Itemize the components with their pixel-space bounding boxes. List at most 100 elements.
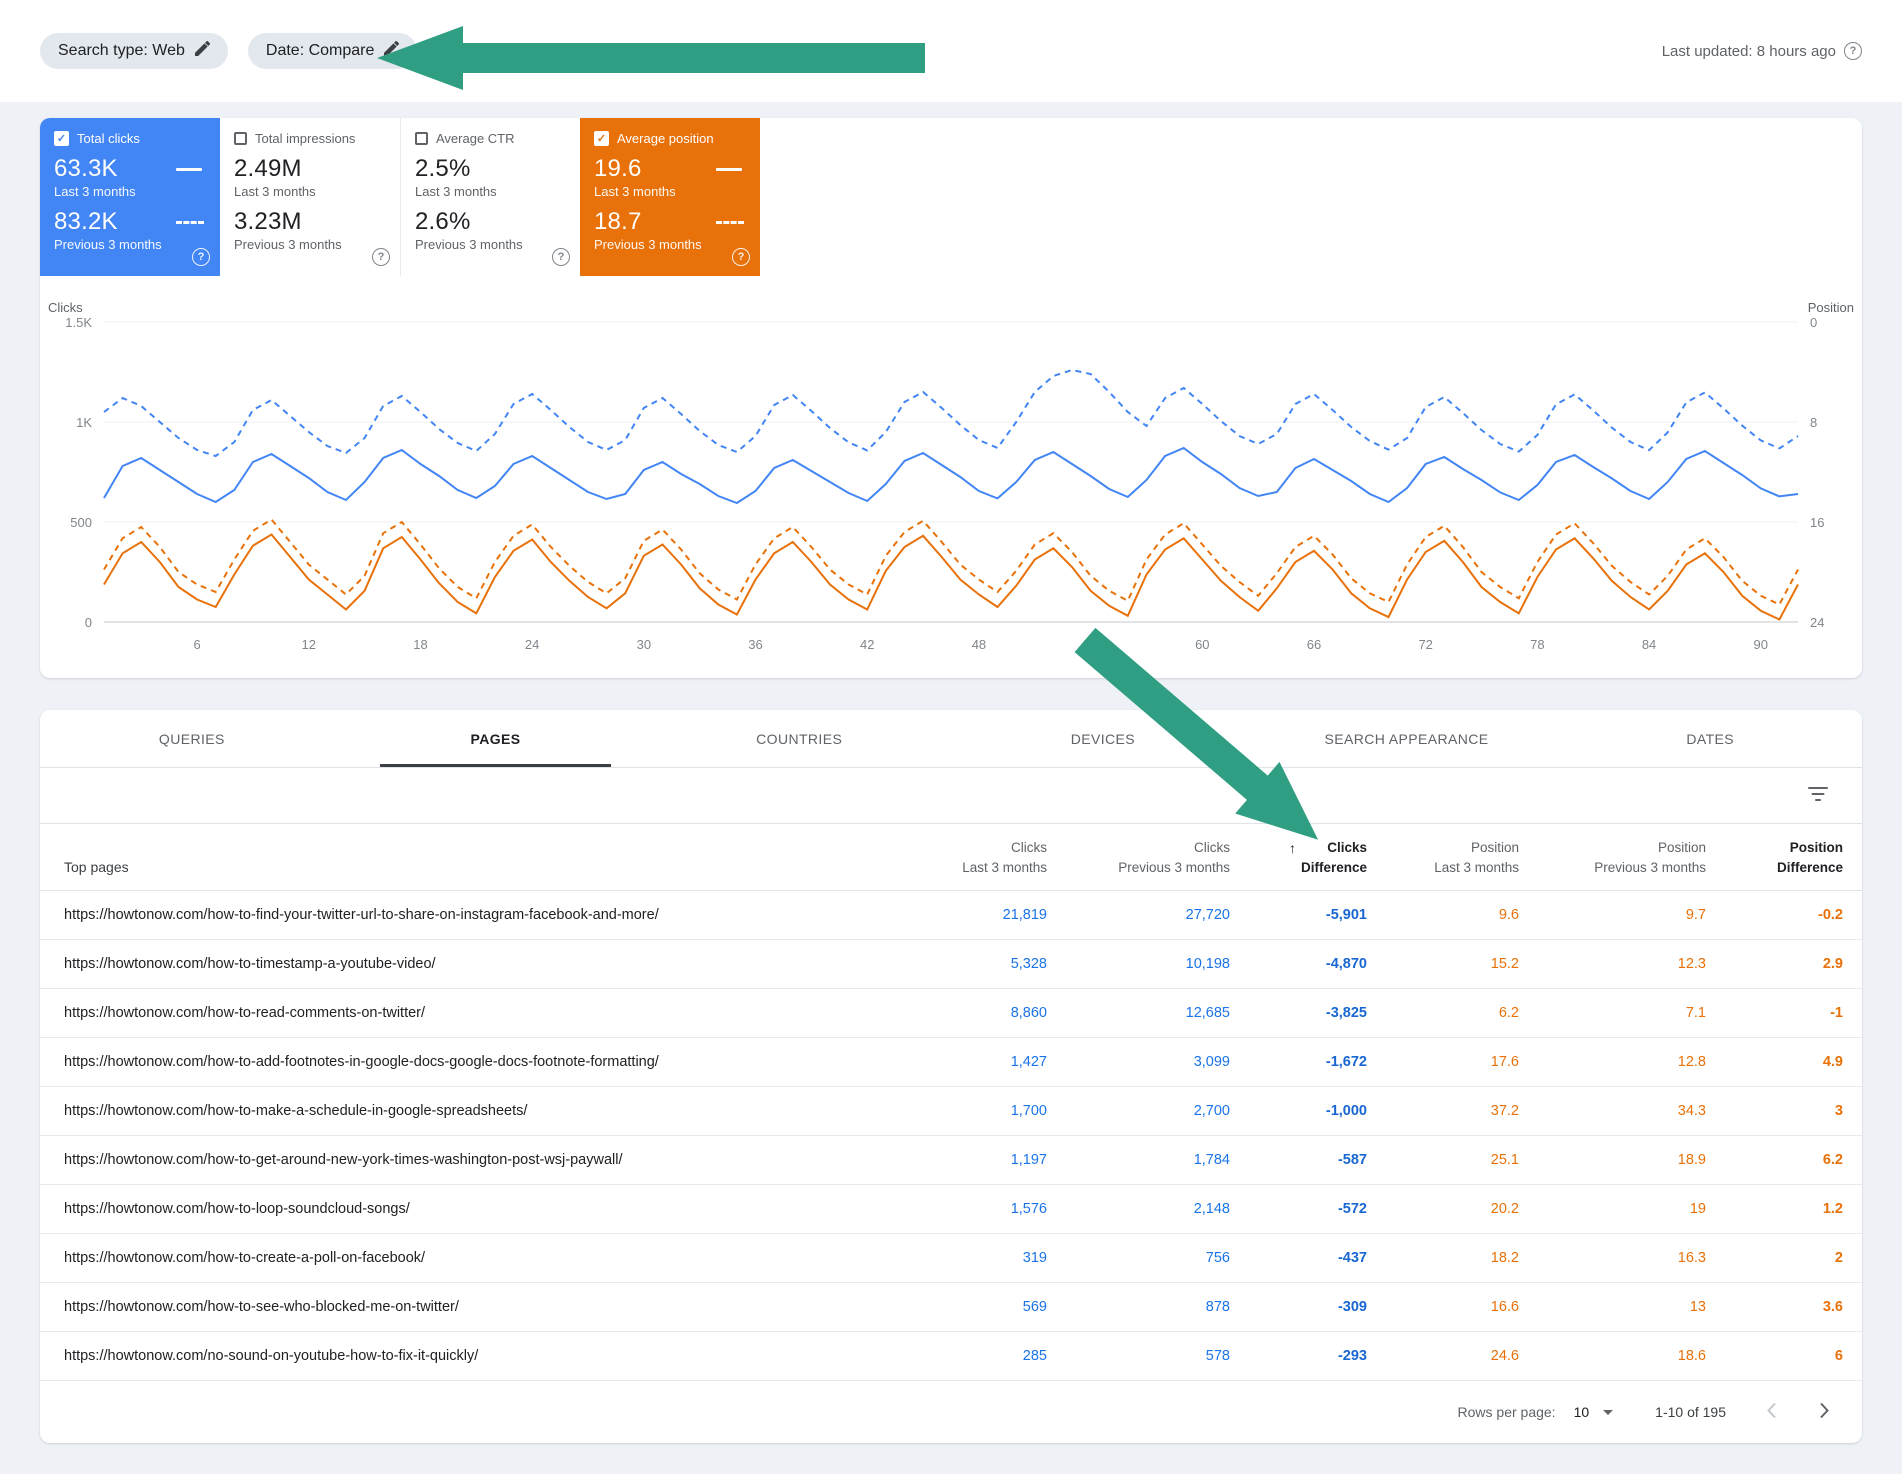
- table-footer: Rows per page: 10 1-10 of 195: [40, 1381, 1862, 1443]
- help-icon[interactable]: ?: [732, 248, 750, 266]
- tab-queries[interactable]: QUERIES: [40, 710, 344, 767]
- card-average-ctr[interactable]: Average CTR 2.5% Last 3 months 2.6% Prev…: [400, 118, 580, 276]
- position-last: 24.6: [1367, 1332, 1519, 1381]
- clicks-difference: -293: [1230, 1332, 1367, 1381]
- page-url[interactable]: https://howtonow.com/how-to-get-around-n…: [40, 1136, 864, 1185]
- page-url[interactable]: https://howtonow.com/no-sound-on-youtube…: [40, 1332, 864, 1381]
- table-row[interactable]: https://howtonow.com/how-to-create-a-pol…: [40, 1234, 1862, 1283]
- position-previous: 13: [1519, 1283, 1706, 1332]
- axis-label: 1K: [76, 415, 92, 430]
- tab-countries[interactable]: COUNTRIES: [647, 710, 951, 767]
- clicks-last: 285: [864, 1332, 1047, 1381]
- position-last: 9.6: [1367, 891, 1519, 940]
- metric-value-previous: 2.6%: [415, 208, 471, 236]
- dashed-line-legend-icon: [716, 221, 744, 224]
- topbar: Search type: Web Date: Compare Last upda…: [0, 0, 1902, 102]
- help-icon[interactable]: ?: [1844, 42, 1862, 60]
- position-difference: 3.6: [1706, 1283, 1862, 1332]
- page-url[interactable]: https://howtonow.com/how-to-add-footnote…: [40, 1038, 864, 1087]
- table-row[interactable]: https://howtonow.com/how-to-get-around-n…: [40, 1136, 1862, 1185]
- clicks-last: 8,860: [864, 989, 1047, 1038]
- position-last: 6.2: [1367, 989, 1519, 1038]
- filter-icon[interactable]: [1802, 780, 1834, 811]
- search-type-chip[interactable]: Search type: Web: [40, 33, 228, 69]
- axis-label: 48: [972, 637, 986, 652]
- page-url[interactable]: https://howtonow.com/how-to-make-a-sched…: [40, 1087, 864, 1136]
- series-clicks-last-3-months: [104, 448, 1798, 503]
- table-row[interactable]: https://howtonow.com/how-to-see-who-bloc…: [40, 1283, 1862, 1332]
- metric-caption: Last 3 months: [415, 184, 566, 199]
- clicks-previous: 27,720: [1047, 891, 1230, 940]
- tab-pages[interactable]: PAGES: [344, 710, 648, 767]
- checkbox-unchecked-icon[interactable]: [234, 132, 247, 145]
- sort-ascending-icon: ↑: [1289, 838, 1296, 858]
- dimension-tabs: QUERIES PAGES COUNTRIES DEVICES SEARCH A…: [40, 710, 1862, 768]
- card-total-impressions[interactable]: Total impressions 2.49M Last 3 months 3.…: [220, 118, 400, 276]
- page-url[interactable]: https://howtonow.com/how-to-create-a-pol…: [40, 1234, 864, 1283]
- edit-pencil-icon: [384, 41, 399, 61]
- axis-label: 30: [637, 637, 651, 652]
- position-previous: 9.7: [1519, 891, 1706, 940]
- metric-value-previous: 83.2K: [54, 208, 118, 236]
- page-url[interactable]: https://howtonow.com/how-to-read-comment…: [40, 989, 864, 1038]
- clicks-previous: 2,148: [1047, 1185, 1230, 1234]
- column-header-top-pages[interactable]: Top pages: [40, 824, 864, 891]
- main-content: ✓ Total clicks 63.3K Last 3 months 83.2K…: [0, 118, 1902, 1443]
- page-url[interactable]: https://howtonow.com/how-to-find-your-tw…: [40, 891, 864, 940]
- column-header-clicks-difference[interactable]: ↑ Clicks Difference: [1230, 824, 1367, 891]
- column-header-position-difference[interactable]: Position Difference: [1706, 824, 1862, 891]
- previous-page-icon[interactable]: [1762, 1398, 1781, 1426]
- clicks-previous: 756: [1047, 1234, 1230, 1283]
- checkbox-unchecked-icon[interactable]: [415, 132, 428, 145]
- axis-label: 36: [748, 637, 762, 652]
- tab-devices[interactable]: DEVICES: [951, 710, 1255, 767]
- axis-label: 6: [193, 637, 200, 652]
- table-row[interactable]: https://howtonow.com/how-to-loop-soundcl…: [40, 1185, 1862, 1234]
- column-header-position-last[interactable]: Position Last 3 months: [1367, 824, 1519, 891]
- table-row[interactable]: https://howtonow.com/how-to-make-a-sched…: [40, 1087, 1862, 1136]
- column-header-clicks-last[interactable]: Clicks Last 3 months: [864, 824, 1047, 891]
- checkbox-checked-icon[interactable]: ✓: [54, 131, 69, 146]
- metric-cards: ✓ Total clicks 63.3K Last 3 months 83.2K…: [40, 118, 1862, 276]
- card-label: Average CTR: [436, 131, 515, 146]
- help-icon[interactable]: ?: [372, 248, 390, 266]
- table-row[interactable]: https://howtonow.com/how-to-timestamp-a-…: [40, 940, 1862, 989]
- performance-panel: ✓ Total clicks 63.3K Last 3 months 83.2K…: [40, 118, 1862, 678]
- metric-caption: Last 3 months: [54, 184, 206, 199]
- axis-label: 18: [413, 637, 427, 652]
- series-position-previous-3-months: [104, 520, 1798, 605]
- metric-value-previous: 3.23M: [234, 208, 302, 236]
- tab-search-appearance[interactable]: SEARCH APPEARANCE: [1255, 710, 1559, 767]
- metric-caption: Last 3 months: [234, 184, 386, 199]
- position-difference: 6.2: [1706, 1136, 1862, 1185]
- help-icon[interactable]: ?: [552, 248, 570, 266]
- help-icon[interactable]: ?: [192, 248, 210, 266]
- column-header-clicks-previous[interactable]: Clicks Previous 3 months: [1047, 824, 1230, 891]
- page-url[interactable]: https://howtonow.com/how-to-timestamp-a-…: [40, 940, 864, 989]
- page-url[interactable]: https://howtonow.com/how-to-see-who-bloc…: [40, 1283, 864, 1332]
- metric-caption: Last 3 months: [594, 184, 746, 199]
- table-row[interactable]: https://howtonow.com/no-sound-on-youtube…: [40, 1332, 1862, 1381]
- position-difference: 2.9: [1706, 940, 1862, 989]
- card-average-position[interactable]: ✓ Average position 19.6 Last 3 months 18…: [580, 118, 760, 276]
- position-difference: 4.9: [1706, 1038, 1862, 1087]
- checkbox-checked-icon[interactable]: ✓: [594, 131, 609, 146]
- page-url[interactable]: https://howtonow.com/how-to-loop-soundcl…: [40, 1185, 864, 1234]
- table-row[interactable]: https://howtonow.com/how-to-read-comment…: [40, 989, 1862, 1038]
- tab-dates[interactable]: DATES: [1558, 710, 1862, 767]
- clicks-last: 1,197: [864, 1136, 1047, 1185]
- axis-label: Position: [1808, 300, 1854, 315]
- table-row[interactable]: https://howtonow.com/how-to-find-your-tw…: [40, 891, 1862, 940]
- metric-caption: Previous 3 months: [234, 237, 386, 252]
- card-total-clicks[interactable]: ✓ Total clicks 63.3K Last 3 months 83.2K…: [40, 118, 220, 276]
- table-row[interactable]: https://howtonow.com/how-to-add-footnote…: [40, 1038, 1862, 1087]
- date-range-chip[interactable]: Date: Compare: [248, 33, 418, 69]
- next-page-icon[interactable]: [1815, 1398, 1834, 1426]
- solid-line-legend-icon: [716, 168, 742, 171]
- metric-value-previous: 18.7: [594, 208, 642, 236]
- axis-label: 12: [302, 637, 316, 652]
- column-header-position-previous[interactable]: Position Previous 3 months: [1519, 824, 1706, 891]
- rows-per-page-select[interactable]: 10: [1568, 1403, 1620, 1421]
- top-pages-table: Top pages Clicks Last 3 months Clicks Pr…: [40, 824, 1862, 1381]
- clicks-previous: 12,685: [1047, 989, 1230, 1038]
